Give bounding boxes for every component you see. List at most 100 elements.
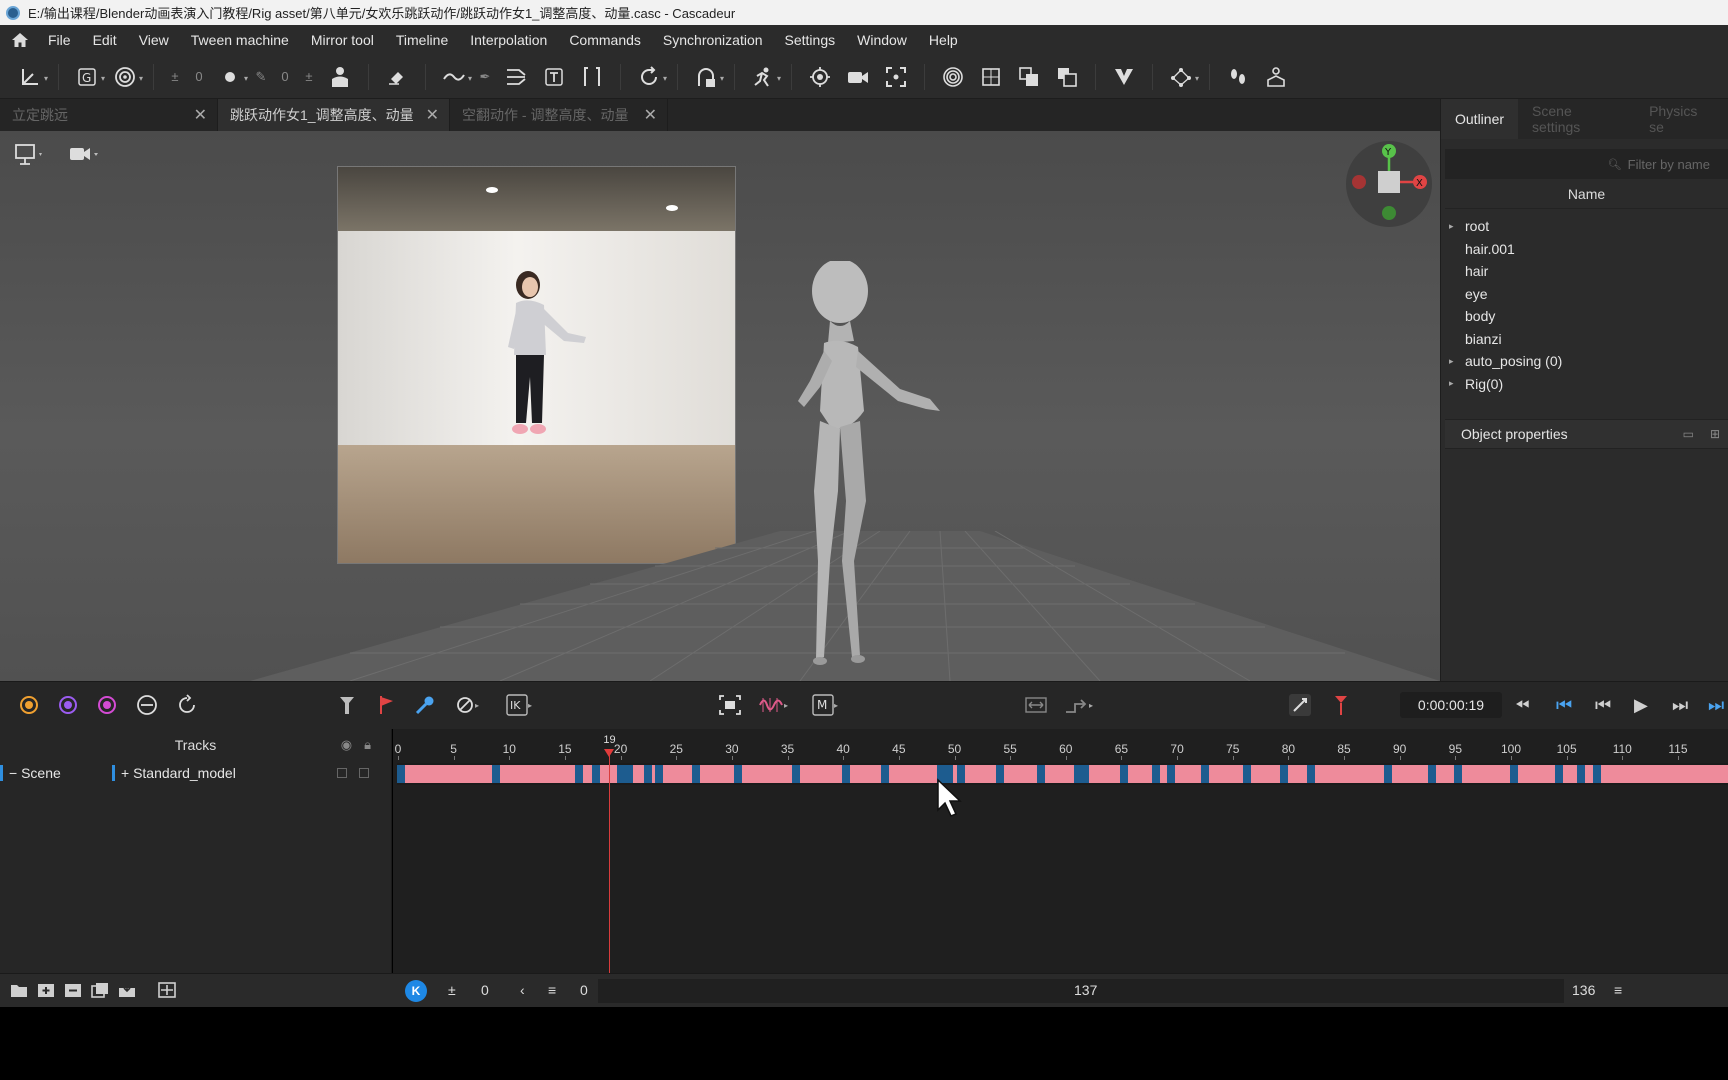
key-icon[interactable] bbox=[414, 692, 436, 718]
brush-icon[interactable]: ✎ bbox=[252, 61, 270, 93]
range-start-field[interactable]: 0 bbox=[580, 982, 588, 998]
interpolation-orange-icon[interactable] bbox=[18, 692, 40, 718]
red-flag-icon[interactable] bbox=[377, 692, 397, 718]
menu-help[interactable]: Help bbox=[929, 32, 958, 48]
menu-synchronization[interactable]: Synchronization bbox=[663, 32, 763, 48]
ik-toggle-button[interactable]: IK ▸ bbox=[506, 692, 532, 718]
axis-gizmo-icon[interactable]: ▾ bbox=[14, 61, 48, 93]
rewind-icon[interactable]: ⏪︎ bbox=[1515, 692, 1529, 718]
tab-physics-settings[interactable]: Physics se bbox=[1635, 99, 1728, 139]
keyframe-marker[interactable] bbox=[1167, 765, 1176, 783]
new-folder-icon[interactable] bbox=[10, 982, 28, 1001]
menu-view[interactable]: View bbox=[139, 32, 169, 48]
chevron-left-icon[interactable]: ‹ bbox=[520, 982, 525, 998]
menu-edit[interactable]: Edit bbox=[93, 32, 117, 48]
tree-item-eye[interactable]: eye bbox=[1441, 283, 1728, 306]
keyframe-marker[interactable] bbox=[881, 765, 890, 783]
keyframe-marker[interactable] bbox=[1427, 765, 1436, 783]
expand-arrow-icon[interactable]: ▸ bbox=[1449, 378, 1463, 389]
close-icon[interactable]: ✕ bbox=[194, 105, 207, 125]
frame-selection-icon[interactable] bbox=[880, 61, 912, 93]
track-row[interactable]: − Scene + Standard_model bbox=[0, 761, 391, 785]
auto-key-icon[interactable] bbox=[1288, 692, 1312, 718]
home-icon[interactable] bbox=[10, 31, 30, 49]
tree-item-auto-posing[interactable]: ▸ auto_posing (0) bbox=[1441, 350, 1728, 373]
remove-layer-icon[interactable] bbox=[1051, 61, 1083, 93]
orientation-gizmo[interactable]: Y X bbox=[1346, 141, 1432, 227]
lock-icon[interactable]: 🔒︎ bbox=[364, 737, 371, 753]
rotate-icon[interactable]: ▾ bbox=[633, 61, 667, 93]
timeline-area[interactable]: 0 5 10 15 20 25 30 35 40 45 50 55 60 65 70 75 80 85 90 95 10… bbox=[393, 729, 1728, 973]
keyframe-marker[interactable] bbox=[1384, 765, 1393, 783]
keyframe-marker[interactable] bbox=[1151, 765, 1160, 783]
keyframe-marker[interactable] bbox=[1081, 765, 1090, 783]
tree-item-hair-001[interactable]: hair.001 bbox=[1441, 238, 1728, 261]
keyframe-marker[interactable] bbox=[1454, 765, 1463, 783]
camera-icon[interactable] bbox=[842, 61, 874, 93]
frame-ruler[interactable]: 0 5 10 15 20 25 30 35 40 45 50 55 60 65 70 75 80 85 90 95 10… bbox=[393, 729, 1728, 760]
menu-tween-machine[interactable]: Tween machine bbox=[191, 32, 289, 48]
tree-item-body[interactable]: body bbox=[1441, 305, 1728, 328]
end-frame-field[interactable]: 136 bbox=[1572, 982, 1595, 998]
curve-interpolation-icon[interactable]: ▾ bbox=[438, 61, 472, 93]
curves-wave-icon[interactable]: ▸ bbox=[758, 692, 788, 718]
keyframe-marker[interactable] bbox=[655, 765, 664, 783]
footprints-icon[interactable] bbox=[1222, 61, 1254, 93]
playhead-snap-icon[interactable] bbox=[1330, 692, 1352, 718]
start-frame-field[interactable]: 0 bbox=[481, 982, 489, 998]
model-track-label[interactable]: + Standard_model bbox=[112, 765, 236, 781]
filter-by-name-input[interactable]: 🔍︎ Filter by name bbox=[1445, 149, 1728, 179]
keyframe-marker[interactable] bbox=[1510, 765, 1518, 783]
interpolation-purple-icon[interactable] bbox=[57, 692, 79, 718]
m-toggle-button[interactable]: M ▸ bbox=[812, 692, 838, 718]
tab-outliner[interactable]: Outliner bbox=[1441, 99, 1519, 139]
play-icon[interactable]: ▶︎ bbox=[1634, 692, 1648, 718]
increment-icon[interactable]: ± bbox=[166, 61, 184, 93]
panel-float-icon[interactable]: ▭ bbox=[1683, 427, 1694, 441]
add-track-icon[interactable] bbox=[37, 982, 55, 1001]
keyframe-marker[interactable] bbox=[1279, 765, 1288, 783]
panel-settings-icon[interactable]: ⊞ bbox=[1710, 427, 1720, 441]
keyframe-marker[interactable] bbox=[1576, 765, 1585, 783]
plus-minus-icon[interactable]: ± bbox=[448, 982, 456, 998]
keyframe-marker[interactable] bbox=[1554, 765, 1563, 783]
object-properties-header[interactable]: Object properties ▭ ⊞ bbox=[1445, 419, 1728, 449]
track-visibility-checkbox[interactable] bbox=[337, 768, 347, 778]
k-button[interactable]: K bbox=[405, 980, 427, 1002]
3d-character-model[interactable] bbox=[780, 261, 960, 681]
refresh-icon[interactable] bbox=[176, 692, 198, 718]
menu-commands[interactable]: Commands bbox=[569, 32, 641, 48]
list-icon[interactable]: ≡ bbox=[1614, 982, 1622, 998]
eraser-icon[interactable] bbox=[381, 61, 413, 93]
text-tool-icon[interactable] bbox=[538, 61, 570, 93]
rig-joints-icon[interactable]: ▾ bbox=[1165, 61, 1199, 93]
keyframe-marker[interactable] bbox=[1242, 765, 1251, 783]
list-icon[interactable]: ≡ bbox=[548, 982, 556, 998]
add-grid-icon[interactable] bbox=[158, 982, 176, 1001]
menu-file[interactable]: File bbox=[48, 32, 71, 48]
tree-item-root[interactable]: ▸ root bbox=[1441, 215, 1728, 238]
tab-scene-2[interactable]: 跳跃动作女1_调整高度、动量 ✕ bbox=[218, 99, 450, 131]
tree-item-bianzi[interactable]: bianzi bbox=[1441, 328, 1728, 351]
go-to-end-icon[interactable]: ⏭︎ bbox=[1708, 692, 1724, 718]
retime-icon[interactable]: ▸ bbox=[1063, 692, 1093, 718]
go-to-start-icon[interactable]: ⏮︎ bbox=[1556, 692, 1572, 718]
interpolation-loop-icon[interactable] bbox=[135, 692, 159, 718]
track-lock-checkbox[interactable] bbox=[359, 768, 369, 778]
playhead-line[interactable] bbox=[609, 751, 611, 973]
keyframe-marker[interactable] bbox=[397, 765, 405, 783]
keyframe-marker[interactable] bbox=[1036, 765, 1045, 783]
menu-settings[interactable]: Settings bbox=[785, 32, 836, 48]
global-local-icon[interactable]: G ▾ bbox=[71, 61, 105, 93]
point-icon[interactable]: ▾ bbox=[214, 61, 248, 93]
keyframe-marker[interactable] bbox=[1200, 765, 1209, 783]
keyframe-marker[interactable] bbox=[617, 765, 626, 783]
name-column-header[interactable]: Name bbox=[1445, 179, 1728, 209]
autoposing-run-icon[interactable]: ▾ bbox=[747, 61, 781, 93]
pivot-rotation-icon[interactable]: ▾ bbox=[109, 61, 143, 93]
expand-arrow-icon[interactable]: ▸ bbox=[1449, 221, 1463, 232]
keyframe-marker[interactable] bbox=[625, 765, 634, 783]
interpolation-magenta-icon[interactable] bbox=[96, 692, 118, 718]
menu-interpolation[interactable]: Interpolation bbox=[470, 32, 547, 48]
grid-box-icon[interactable] bbox=[975, 61, 1007, 93]
